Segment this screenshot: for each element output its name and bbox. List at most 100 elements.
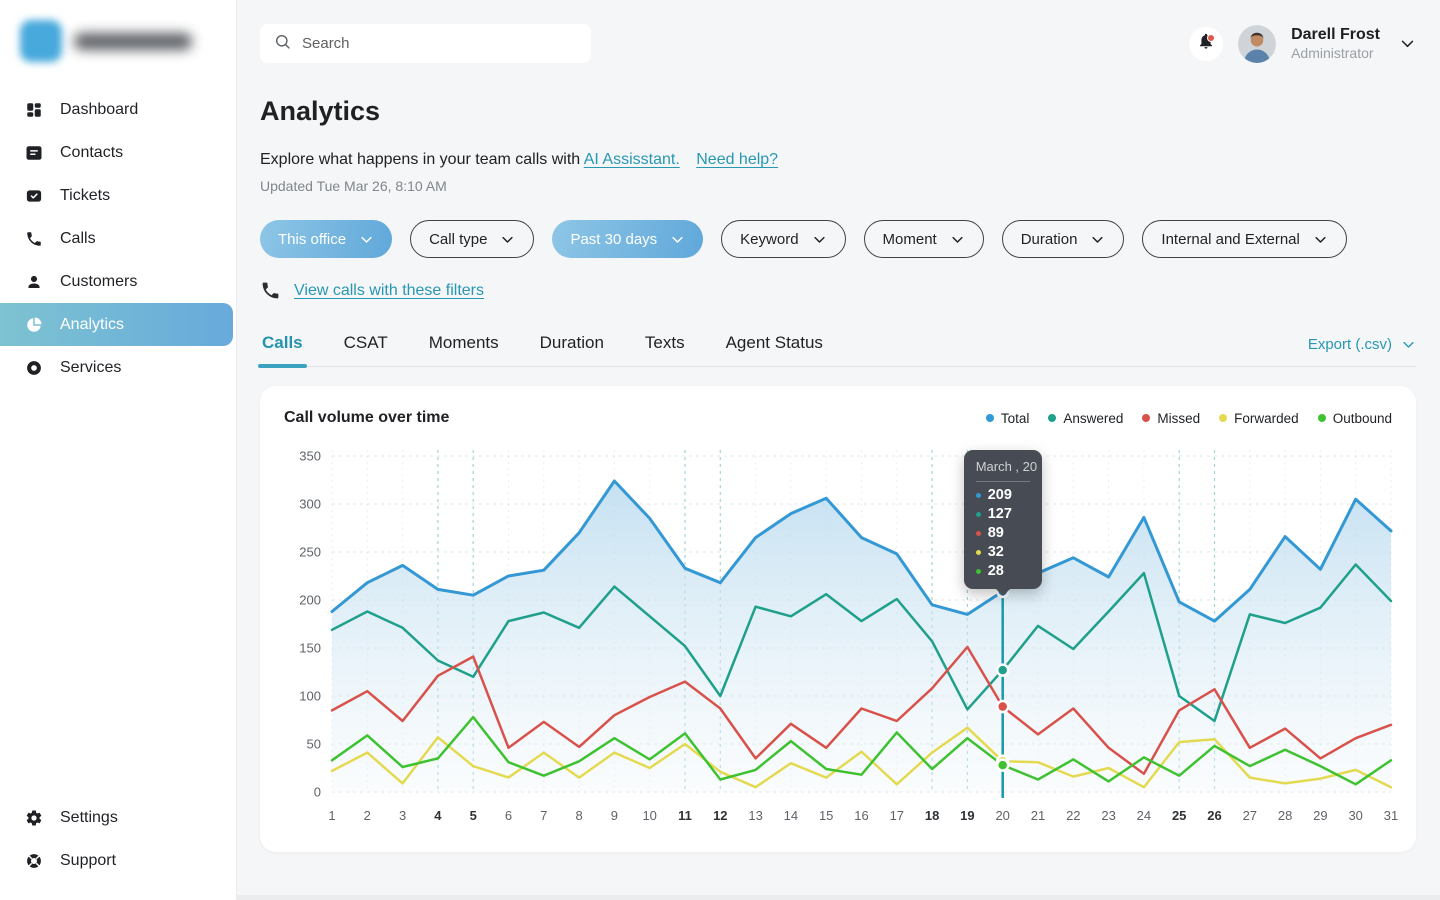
svg-text:5: 5 [470, 808, 477, 823]
sidebar-item-support[interactable]: Support [0, 839, 236, 882]
svg-text:15: 15 [819, 808, 833, 823]
tab-agent-status[interactable]: Agent Status [724, 329, 825, 366]
chart-tooltip: March , 20 209127893228 [964, 450, 1042, 589]
main-content: Darell Frost Administrator Analytics Exp… [237, 0, 1440, 900]
legend-label: Forwarded [1234, 411, 1299, 426]
sidebar-item-settings[interactable]: Settings [0, 796, 236, 839]
svg-text:31: 31 [1384, 808, 1398, 823]
tooltip-date: March , 20 [976, 459, 1030, 474]
chevron-down-icon [359, 232, 374, 247]
tooltip-value: 32 [988, 544, 1004, 560]
app-logo-mark [20, 20, 62, 62]
sidebar-item-tickets[interactable]: Tickets [0, 174, 236, 217]
filter-duration[interactable]: Duration [1002, 220, 1125, 258]
tooltip-value: 89 [988, 525, 1004, 541]
filter-moment[interactable]: Moment [864, 220, 984, 258]
tooltip-series-dot [976, 493, 981, 498]
dashboard-icon [24, 100, 43, 119]
tooltip-value: 28 [988, 563, 1004, 579]
sidebar-item-calls[interactable]: Calls [0, 217, 236, 260]
sidebar-footer-nav: Settings Support [0, 796, 236, 882]
tab-duration[interactable]: Duration [538, 329, 606, 366]
search-icon [274, 33, 291, 55]
services-icon [24, 358, 43, 377]
chart-area: 0501001502002503003501234567891011121314… [284, 438, 1392, 841]
export-chevron-down-icon [1401, 337, 1416, 352]
svg-text:8: 8 [575, 808, 582, 823]
svg-text:7: 7 [540, 808, 547, 823]
tooltip-value: 209 [988, 487, 1012, 503]
sidebar-item-label: Calls [60, 230, 96, 248]
updated-timestamp: Updated Tue Mar 26, 8:10 AM [260, 178, 1416, 194]
export-csv-button[interactable]: Export (.csv) [1308, 336, 1416, 366]
search-input[interactable] [302, 35, 577, 52]
filter-keyword[interactable]: Keyword [721, 220, 845, 258]
svg-text:50: 50 [307, 737, 321, 752]
chart-card-header: Call volume over time TotalAnsweredMisse… [284, 403, 1392, 433]
legend-item-total: Total [986, 411, 1030, 426]
chart-legend: TotalAnsweredMissedForwardedOutbound [986, 411, 1392, 426]
chart-title: Call volume over time [284, 409, 449, 427]
svg-text:1: 1 [328, 808, 335, 823]
export-label: Export (.csv) [1308, 336, 1392, 353]
subtitle-text: Explore what happens in your team calls … [260, 151, 580, 168]
filter-label: Call type [429, 231, 487, 248]
sidebar-item-customers[interactable]: Customers [0, 260, 236, 303]
contacts-icon [24, 143, 43, 162]
sidebar-item-label: Customers [60, 273, 137, 291]
svg-text:23: 23 [1101, 808, 1115, 823]
ai-assistant-link[interactable]: AI Assisstant. [584, 151, 680, 168]
tooltip-row-outbound: 28 [976, 563, 1030, 579]
svg-text:9: 9 [611, 808, 618, 823]
tab-calls[interactable]: Calls [260, 329, 305, 366]
chevron-down-icon [1090, 232, 1105, 247]
svg-text:6: 6 [505, 808, 512, 823]
filter-label: Internal and External [1161, 231, 1299, 248]
svg-text:4: 4 [434, 808, 442, 823]
view-calls-link[interactable]: View calls with these filters [294, 282, 484, 300]
svg-text:30: 30 [1348, 808, 1362, 823]
svg-text:250: 250 [299, 545, 321, 560]
svg-text:10: 10 [642, 808, 656, 823]
tooltip-series-dot [976, 512, 981, 517]
customers-icon [24, 272, 43, 291]
tickets-icon [24, 186, 43, 205]
notifications-button[interactable] [1189, 27, 1223, 61]
tab-csat[interactable]: CSAT [342, 329, 390, 366]
tooltip-row-total: 209 [976, 487, 1030, 503]
filter-internal-and-external[interactable]: Internal and External [1142, 220, 1346, 258]
sidebar-item-services[interactable]: Services [0, 346, 236, 389]
svg-text:2: 2 [364, 808, 371, 823]
user-info[interactable]: Darell Frost Administrator [1291, 25, 1380, 63]
filter-call-type[interactable]: Call type [410, 220, 534, 258]
svg-text:27: 27 [1243, 808, 1257, 823]
svg-text:11: 11 [678, 808, 692, 823]
chevron-down-icon [670, 232, 685, 247]
sidebar-item-contacts[interactable]: Contacts [0, 131, 236, 174]
tooltip-divider [976, 481, 1030, 482]
phone-icon [24, 229, 43, 248]
user-name: Darell Frost [1291, 25, 1380, 45]
tooltip-row-missed: 89 [976, 525, 1030, 541]
phone-icon [260, 280, 281, 301]
tab-texts[interactable]: Texts [643, 329, 687, 366]
legend-dot [1219, 414, 1227, 422]
filter-past-30-days[interactable]: Past 30 days [552, 220, 703, 258]
filter-label: This office [278, 231, 346, 248]
sidebar-item-label: Settings [60, 809, 118, 827]
svg-text:21: 21 [1031, 808, 1045, 823]
tab-moments[interactable]: Moments [427, 329, 501, 366]
user-menu-chevron-down-icon[interactable] [1399, 35, 1416, 52]
user-avatar[interactable] [1238, 25, 1276, 63]
filter-this-office[interactable]: This office [260, 220, 392, 258]
legend-label: Answered [1063, 411, 1123, 426]
tooltip-series-dot [976, 550, 981, 555]
call-volume-chart[interactable]: 0501001502002503003501234567891011121314… [284, 438, 1398, 836]
page-title: Analytics [260, 96, 1416, 127]
sidebar-item-dashboard[interactable]: Dashboard [0, 88, 236, 131]
need-help-link[interactable]: Need help? [696, 151, 778, 168]
sidebar-item-analytics[interactable]: Analytics [0, 303, 233, 346]
analytics-icon [24, 315, 43, 334]
search-bar[interactable] [260, 24, 591, 63]
filter-label: Duration [1021, 231, 1078, 248]
